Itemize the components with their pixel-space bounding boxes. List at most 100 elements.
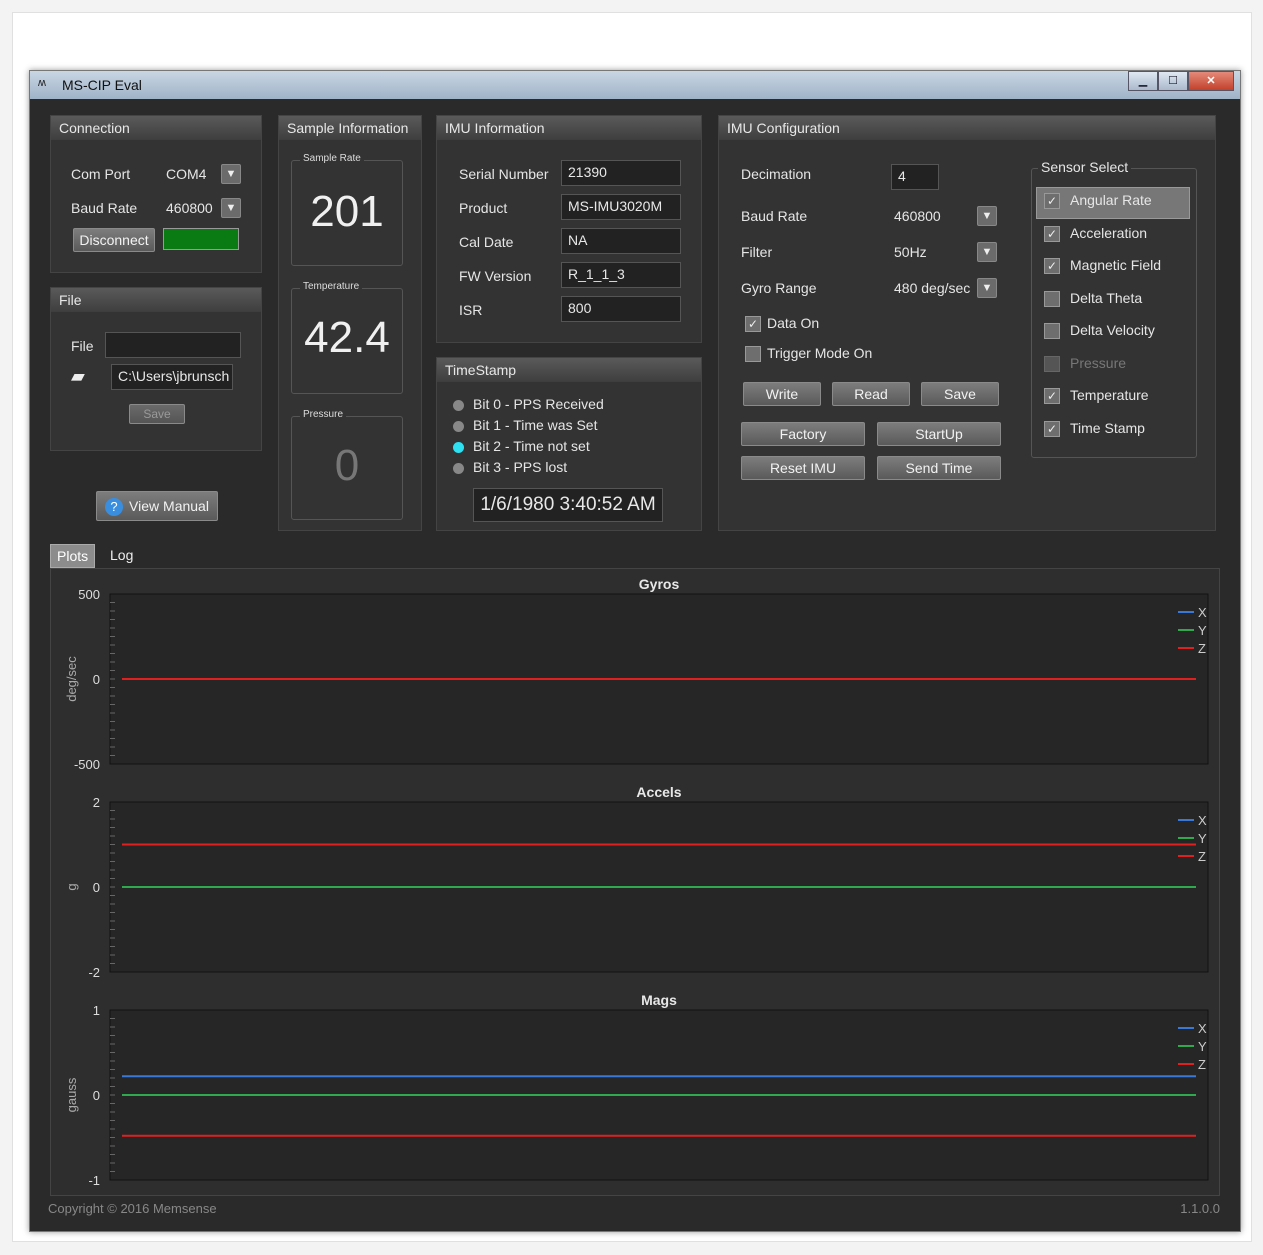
pressure-caption: Pressure <box>300 409 347 420</box>
folder-icon[interactable]: ▰ <box>71 366 85 387</box>
reset-imu-button[interactable]: Reset IMU <box>741 456 865 480</box>
tab-plots[interactable]: Plots <box>50 544 96 568</box>
decimation-input[interactable]: 4 <box>891 164 939 190</box>
sample-info-panel: Sample Information Sample Rate 201 Tempe… <box>278 115 422 531</box>
help-icon: ? <box>105 498 124 516</box>
close-icon[interactable]: ✕ <box>1188 71 1234 91</box>
legend-label: Y <box>1198 1039 1207 1054</box>
connection-status-indicator <box>163 228 239 250</box>
chart-title: Accels <box>636 784 681 800</box>
memsense-logo-icon: ʍ <box>38 77 46 89</box>
trigger-mode-checkbox[interactable] <box>745 346 761 362</box>
y-axis-label: deg/sec <box>64 656 79 702</box>
bit2-indicator-icon <box>453 442 464 453</box>
factory-button[interactable]: Factory <box>741 422 865 446</box>
sensor-label: Time Stamp <box>1070 419 1145 436</box>
app-window: ʍ MS-CIP Eval ▁ ☐ ✕ Connection Com Port … <box>29 70 1241 1232</box>
connection-title: Connection <box>51 116 261 140</box>
legend-label: X <box>1198 813 1207 828</box>
y-tick-label: 500 <box>78 587 100 602</box>
timestamp-title: TimeStamp <box>437 358 701 382</box>
legend-label: X <box>1198 605 1207 620</box>
startup-button[interactable]: StartUp <box>877 422 1001 446</box>
sensor-checkbox[interactable] <box>1044 323 1060 339</box>
write-button[interactable]: Write <box>743 382 821 406</box>
fw-version-label: FW Version <box>459 268 532 284</box>
bit1-label: Bit 1 - Time was Set <box>473 417 598 433</box>
gyro-range-dropdown-icon[interactable]: ▼ <box>977 278 997 298</box>
sensor-checkbox[interactable]: ✓ <box>1044 258 1060 274</box>
title-bar[interactable]: ʍ MS-CIP Eval ▁ ☐ ✕ <box>30 71 1240 99</box>
sensor-checkbox[interactable]: ✓ <box>1044 420 1060 437</box>
temperature-box: Temperature 42.4 <box>291 281 403 394</box>
y-tick-label: 1 <box>93 1003 100 1018</box>
mags-chart: Mags gauss 1 0 -1 XYZ <box>64 992 1209 1188</box>
file-path-input[interactable]: C:\Users\jbrunsch <box>111 364 233 390</box>
data-on-checkbox[interactable]: ✓ <box>745 316 761 332</box>
sensor-label: Delta Theta <box>1070 289 1143 306</box>
file-title: File <box>51 288 261 312</box>
sample-info-title: Sample Information <box>279 116 421 140</box>
bit1-indicator-icon <box>453 421 464 432</box>
y-tick-label: -1 <box>88 1173 100 1188</box>
window-title: MS-CIP Eval <box>62 77 142 93</box>
imu-info-title: IMU Information <box>437 116 701 140</box>
gyro-range-value: 480 deg/sec <box>894 280 971 296</box>
serial-number-label: Serial Number <box>459 166 549 182</box>
y-tick-label: 0 <box>93 672 100 687</box>
send-time-button[interactable]: Send Time <box>877 456 1001 480</box>
connection-panel: Connection Com Port COM4 ▼ Baud Rate 460… <box>50 115 262 273</box>
legend-label: Y <box>1198 831 1207 846</box>
sensor-checkbox[interactable]: ✓ <box>1044 225 1060 242</box>
sensor-label: Pressure <box>1070 354 1127 371</box>
sensor-checkbox[interactable] <box>1044 290 1060 307</box>
imu-info-panel: IMU Information Serial Number 21390 Prod… <box>436 115 702 343</box>
y-tick-label: 2 <box>93 795 100 810</box>
sample-rate-value: 201 <box>310 187 384 236</box>
maximize-icon[interactable]: ☐ <box>1158 71 1188 91</box>
config-baud-dropdown-icon[interactable]: ▼ <box>977 206 997 226</box>
sensor-checkbox[interactable]: ✓ <box>1044 388 1060 404</box>
copyright-text: Copyright © 2016 Memsense <box>48 1201 217 1216</box>
read-button[interactable]: Read <box>832 382 910 406</box>
view-manual-button[interactable]: ? View Manual <box>96 491 218 521</box>
decimation-label: Decimation <box>741 166 812 182</box>
config-save-button[interactable]: Save <box>921 382 999 406</box>
legend-label: Z <box>1198 849 1206 864</box>
product-field: MS-IMU3020M <box>561 194 681 220</box>
file-name-input[interactable] <box>105 332 241 358</box>
baud-rate-label: Baud Rate <box>71 200 138 216</box>
gyro-range-label: Gyro Range <box>741 280 817 296</box>
bit0-indicator-icon <box>453 400 464 411</box>
chart-title: Mags <box>641 992 677 1008</box>
temperature-caption: Temperature <box>300 281 363 292</box>
sample-rate-box: Sample Rate 201 <box>291 153 403 266</box>
tab-log[interactable]: Log <box>104 544 139 566</box>
accels-chart: Accels g 2 0 -2 XYZ <box>64 784 1209 980</box>
y-tick-label: 0 <box>93 1088 100 1103</box>
sensor-label: Magnetic Field <box>1070 257 1162 273</box>
cal-date-label: Cal Date <box>459 234 514 250</box>
legend-label: X <box>1198 1021 1207 1036</box>
sensor-label: Acceleration <box>1070 224 1148 241</box>
sample-rate-caption: Sample Rate <box>300 153 364 164</box>
sensor-checkbox[interactable]: ✓ <box>1044 193 1060 209</box>
file-save-button[interactable]: Save <box>129 404 185 424</box>
sensor-checkbox <box>1044 355 1060 372</box>
disconnect-button[interactable]: Disconnect <box>73 228 155 252</box>
legend-label: Z <box>1198 1057 1206 1072</box>
y-axis-label: gauss <box>64 1077 79 1112</box>
imu-config-title: IMU Configuration <box>719 116 1215 140</box>
imu-config-panel: IMU Configuration Decimation 4 Baud Rate… <box>718 115 1216 531</box>
isr-label: ISR <box>459 302 483 318</box>
filter-dropdown-icon[interactable]: ▼ <box>977 242 997 262</box>
legend-label: Y <box>1198 623 1207 638</box>
pressure-box: Pressure 0 <box>291 409 403 520</box>
baud-rate-dropdown-icon[interactable]: ▼ <box>221 198 241 218</box>
pressure-value: 0 <box>334 441 360 490</box>
minimize-icon[interactable]: ▁ <box>1128 71 1158 91</box>
version-text: 1.1.0.0 <box>1180 1201 1220 1216</box>
filter-value: 50Hz <box>894 244 927 260</box>
com-port-dropdown-icon[interactable]: ▼ <box>221 164 241 184</box>
y-tick-label: -2 <box>88 965 100 980</box>
